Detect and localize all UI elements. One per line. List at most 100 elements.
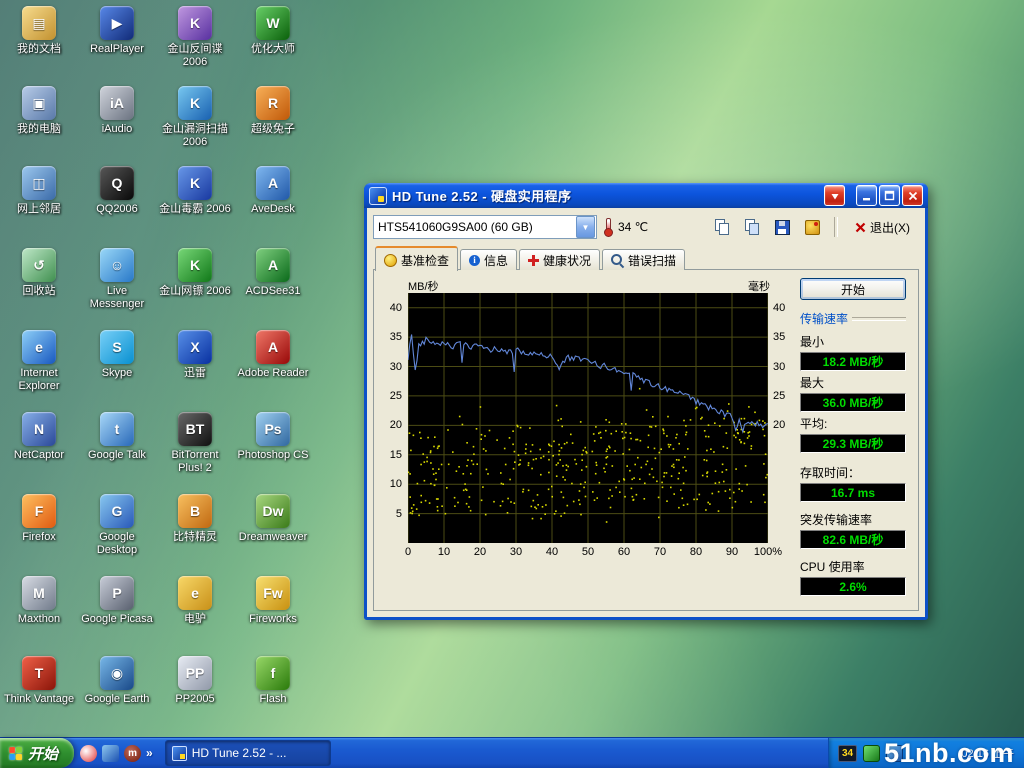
copy-text-button[interactable] <box>740 216 764 238</box>
superrabbit-icon: R <box>256 86 290 120</box>
maximize-button[interactable] <box>879 185 900 206</box>
max-label: 最大 <box>800 374 906 391</box>
desktop-icon-recycle-bin[interactable]: ↺回收站 <box>2 248 76 298</box>
desktop-icon-network-places[interactable]: ◫网上邻居 <box>2 166 76 216</box>
desktop-icon-thunder[interactable]: X迅雷 <box>158 330 232 380</box>
desktop-icon-flash[interactable]: fFlash <box>236 656 310 706</box>
benchmark-panel: MB/秒 毫秒 403530252015105 4035302520 01020… <box>373 269 919 611</box>
copy-text-icon <box>745 219 760 235</box>
copy-icon <box>715 219 730 235</box>
desktop-icon-google-talk[interactable]: tGoogle Talk <box>80 412 154 462</box>
desktop-icon-google-desktop[interactable]: GGoogle Desktop <box>80 494 154 556</box>
drive-select-value: HTS541060G9SA00 (60 GB) <box>374 220 575 234</box>
tray-antivirus-icon[interactable] <box>863 745 880 762</box>
desktop-icon-my-documents[interactable]: ▤我的文档 <box>2 6 76 56</box>
taskbar-task-hdtune[interactable]: HD Tune 2.52 - ... <box>165 740 331 766</box>
update-download-button[interactable] <box>824 185 845 206</box>
tab-info-label: 信息 <box>484 252 508 269</box>
desktop-icon-netcaptor[interactable]: NNetCaptor <box>2 412 76 462</box>
quicklaunch-icon-2[interactable] <box>102 745 119 762</box>
desktop-icon-google-picasa[interactable]: PGoogle Picasa <box>80 576 154 626</box>
realplayer-icon: ▶ <box>100 6 134 40</box>
minimize-button[interactable] <box>856 185 877 206</box>
desktop-icon-label: Photoshop CS <box>236 449 310 462</box>
skype-icon: S <box>100 330 134 364</box>
desktop-icon-emule[interactable]: e电驴 <box>158 576 232 626</box>
pp2005-icon: PP <box>178 656 212 690</box>
avg-label: 平均: <box>800 415 906 432</box>
iaudio-icon: iA <box>100 86 134 120</box>
titlebar[interactable]: HD Tune 2.52 - 硬盘实用程序 <box>364 183 928 208</box>
emule-icon: e <box>178 576 212 610</box>
tab-benchmark[interactable]: 基准检查 <box>375 246 458 271</box>
desktop-icon-live-messenger[interactable]: ☺Live Messenger <box>80 248 154 310</box>
save-screenshot-button[interactable] <box>770 216 794 238</box>
magnifier-icon <box>611 254 624 267</box>
desktop-icon-qq2006[interactable]: QQQ2006 <box>80 166 154 216</box>
save-icon <box>775 220 790 235</box>
desktop-icon-acdsee[interactable]: AACDSee31 <box>236 248 310 298</box>
desktop-icon-iaudio[interactable]: iAiAudio <box>80 86 154 136</box>
kingsoft-vulnscan-icon: K <box>178 86 212 120</box>
copy-screenshot-button[interactable] <box>710 216 734 238</box>
desktop-icon-kingsoft-vulnscan[interactable]: K金山漏洞扫描 2006 <box>158 86 232 148</box>
desktop-icon-bitspirit[interactable]: B比特精灵 <box>158 494 232 544</box>
toolbar-separator <box>834 217 838 237</box>
desktop-icon-kingsoft-antivirus[interactable]: K金山毒霸 2006 <box>158 166 232 216</box>
burst-rate-value: 82.6 MB/秒 <box>800 530 906 549</box>
chevron-down-icon[interactable] <box>576 216 595 238</box>
photoshop-icon: Ps <box>256 412 290 446</box>
desktop-icon-skype[interactable]: S Skype <box>80 330 154 380</box>
desktop-icon-wopti[interactable]: W优化大师 <box>236 6 310 56</box>
tab-error-scan[interactable]: 错误扫描 <box>602 249 685 270</box>
desktop-icon-kingsoft-antispyware[interactable]: K金山反间谍 2006 <box>158 6 232 68</box>
desktop-icon-label: 金山网镖 2006 <box>158 285 232 298</box>
live-messenger-icon: ☺ <box>100 248 134 282</box>
desktop-icon-pp2005[interactable]: PPPP2005 <box>158 656 232 706</box>
adobe-reader-icon: A <box>256 330 290 364</box>
maxthon-icon: M <box>22 576 56 610</box>
min-value: 18.2 MB/秒 <box>800 352 906 371</box>
desktop-icon-realplayer[interactable]: ▶RealPlayer <box>80 6 154 56</box>
desktop-icon-label: Google Picasa <box>80 613 154 626</box>
desktop-icon-photoshop[interactable]: Ps Photoshop CS <box>236 412 310 462</box>
desktop-icon-fireworks[interactable]: FwFireworks <box>236 576 310 626</box>
desktop-icon-label: 网上邻居 <box>2 203 76 216</box>
tab-benchmark-label: 基准检查 <box>401 252 449 269</box>
desktop-icon-my-computer[interactable]: ▣我的电脑 <box>2 86 76 136</box>
desktop-icon-kingsoft-firewall[interactable]: K金山网镖 2006 <box>158 248 232 298</box>
desktop-icon-google-earth[interactable]: ◉Google Earth <box>80 656 154 706</box>
desktop-icon-label: NetCaptor <box>2 449 76 462</box>
start-benchmark-button[interactable]: 开始 <box>800 278 906 300</box>
thunder-icon: X <box>178 330 212 364</box>
desktop-icon-superrabbit[interactable]: R超级兔子 <box>236 86 310 136</box>
window-client-area: HTS541060G9SA00 (60 GB) 34 ℃ 退出(X) <box>367 208 925 617</box>
tray-hdtune-temp-badge[interactable]: 34 <box>838 745 857 762</box>
desktop-icon-dreamweaver[interactable]: DwDreamweaver <box>236 494 310 544</box>
desktop-icon-bittorrent[interactable]: BTBitTorrent Plus! 2 <box>158 412 232 474</box>
desktop-icon-firefox[interactable]: FFirefox <box>2 494 76 544</box>
desktop-icon-maxthon[interactable]: MMaxthon <box>2 576 76 626</box>
desktop-icon-avedesk[interactable]: AAveDesk <box>236 166 310 216</box>
desktop-icon-label: Adobe Reader <box>236 367 310 380</box>
quicklaunch-overflow-chevron[interactable] <box>146 746 153 760</box>
desktop-icon-label: Flash <box>236 693 310 706</box>
options-button[interactable] <box>800 216 824 238</box>
tab-health[interactable]: 健康状况 <box>519 249 600 270</box>
desktop-icon-label: Google Talk <box>80 449 154 462</box>
close-button[interactable] <box>902 185 923 206</box>
desktop-icon-label: 金山反间谍 2006 <box>158 43 232 68</box>
desktop-icon-label: Skype <box>80 367 154 380</box>
tab-info[interactable]: 信息 <box>460 249 517 270</box>
desktop-icon-adobe-reader[interactable]: A Adobe Reader <box>236 330 310 380</box>
quicklaunch-icon-3[interactable] <box>124 745 141 762</box>
desktop-icon-thinkvantage[interactable]: TThink Vantage <box>2 656 76 706</box>
quicklaunch-icon-1[interactable] <box>80 745 97 762</box>
desktop-icon-label: Internet Explorer <box>2 367 76 392</box>
start-button[interactable]: 开始 <box>0 738 74 768</box>
fireworks-icon: Fw <box>256 576 290 610</box>
download-arrow-icon <box>830 191 840 201</box>
exit-button[interactable]: 退出(X) <box>848 216 917 239</box>
drive-select[interactable]: HTS541060G9SA00 (60 GB) <box>373 215 597 239</box>
desktop-icon-internet-explorer[interactable]: eInternet Explorer <box>2 330 76 392</box>
